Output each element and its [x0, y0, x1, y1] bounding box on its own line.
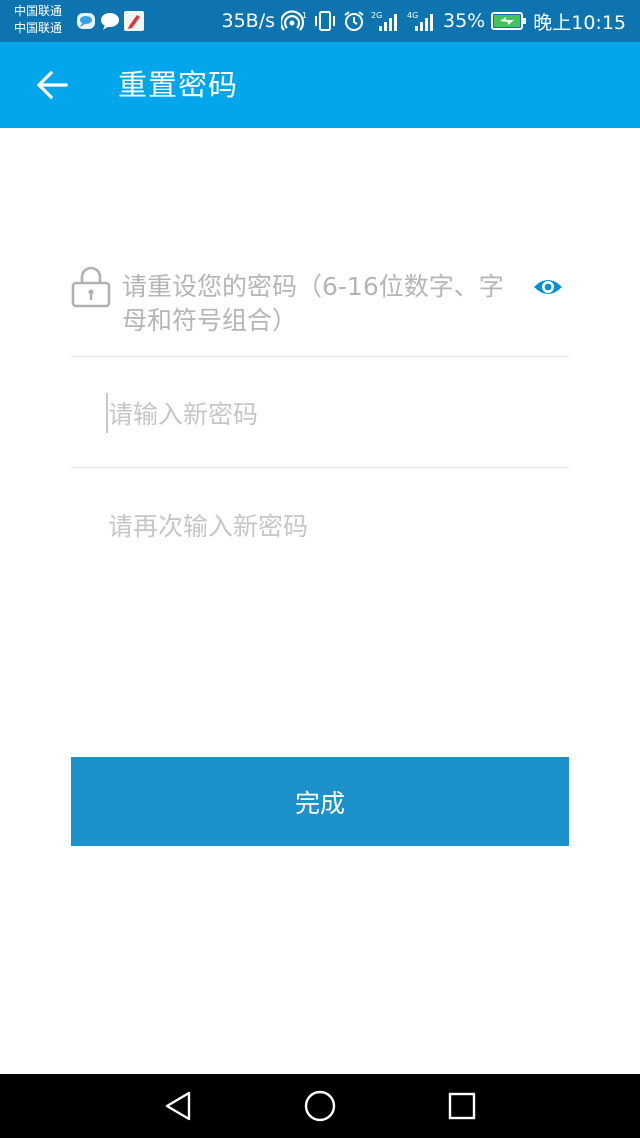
carrier-info: 中国联通 中国联通 — [14, 3, 74, 37]
signal-2g-icon: 2G — [371, 11, 397, 31]
lock-icon — [71, 266, 111, 308]
nav-recents-button[interactable] — [442, 1088, 482, 1124]
carrier-1: 中国联通 — [14, 4, 63, 18]
new-password-input[interactable] — [108, 390, 548, 438]
back-button[interactable] — [28, 62, 76, 108]
eye-icon[interactable] — [532, 274, 564, 300]
status-right: 35B/s 1 2G 4G 35% 晚上10:15 — [221, 0, 626, 42]
app-bar: 重置密码 — [0, 42, 640, 128]
battery-charging-icon — [491, 12, 527, 30]
nav-back-icon — [165, 1091, 191, 1121]
clock: 晚上10:15 — [533, 11, 626, 34]
message-icon — [101, 13, 119, 30]
status-bar: 中国联通 中国联通 35B/s 1 2G 4G 35% 晚上10:15 — [0, 0, 640, 42]
done-button[interactable]: 完成 — [71, 757, 569, 846]
nav-home-button[interactable] — [300, 1088, 340, 1124]
pen-app-icon — [124, 11, 144, 31]
signal-4g-icon: 4G — [407, 11, 433, 31]
divider — [71, 467, 569, 468]
confirm-password-input[interactable] — [108, 502, 548, 550]
nav-home-icon — [304, 1090, 336, 1122]
system-nav-bar — [0, 1074, 640, 1138]
nav-recents-icon — [448, 1092, 476, 1120]
alarm-icon — [344, 11, 364, 31]
hotspot-badge: 1 — [302, 11, 307, 20]
vibrate-icon — [315, 11, 335, 31]
network-speed: 35B/s — [221, 10, 275, 32]
nav-back-button[interactable] — [158, 1088, 198, 1124]
signal-2-label: 4G — [407, 11, 418, 20]
hotspot-icon: 1 — [281, 10, 307, 31]
carrier-2: 中国联通 — [14, 21, 63, 35]
notification-icons — [76, 10, 144, 32]
divider — [71, 356, 569, 357]
password-rule-hint: 请重设您的密码（6-16位数字、字母和符号组合） — [122, 272, 504, 335]
signal-1-label: 2G — [371, 11, 382, 20]
back-arrow-icon — [36, 70, 68, 100]
page-title: 重置密码 — [118, 68, 239, 102]
chat-app-icon — [77, 13, 95, 29]
battery-percent: 35% — [443, 10, 486, 32]
